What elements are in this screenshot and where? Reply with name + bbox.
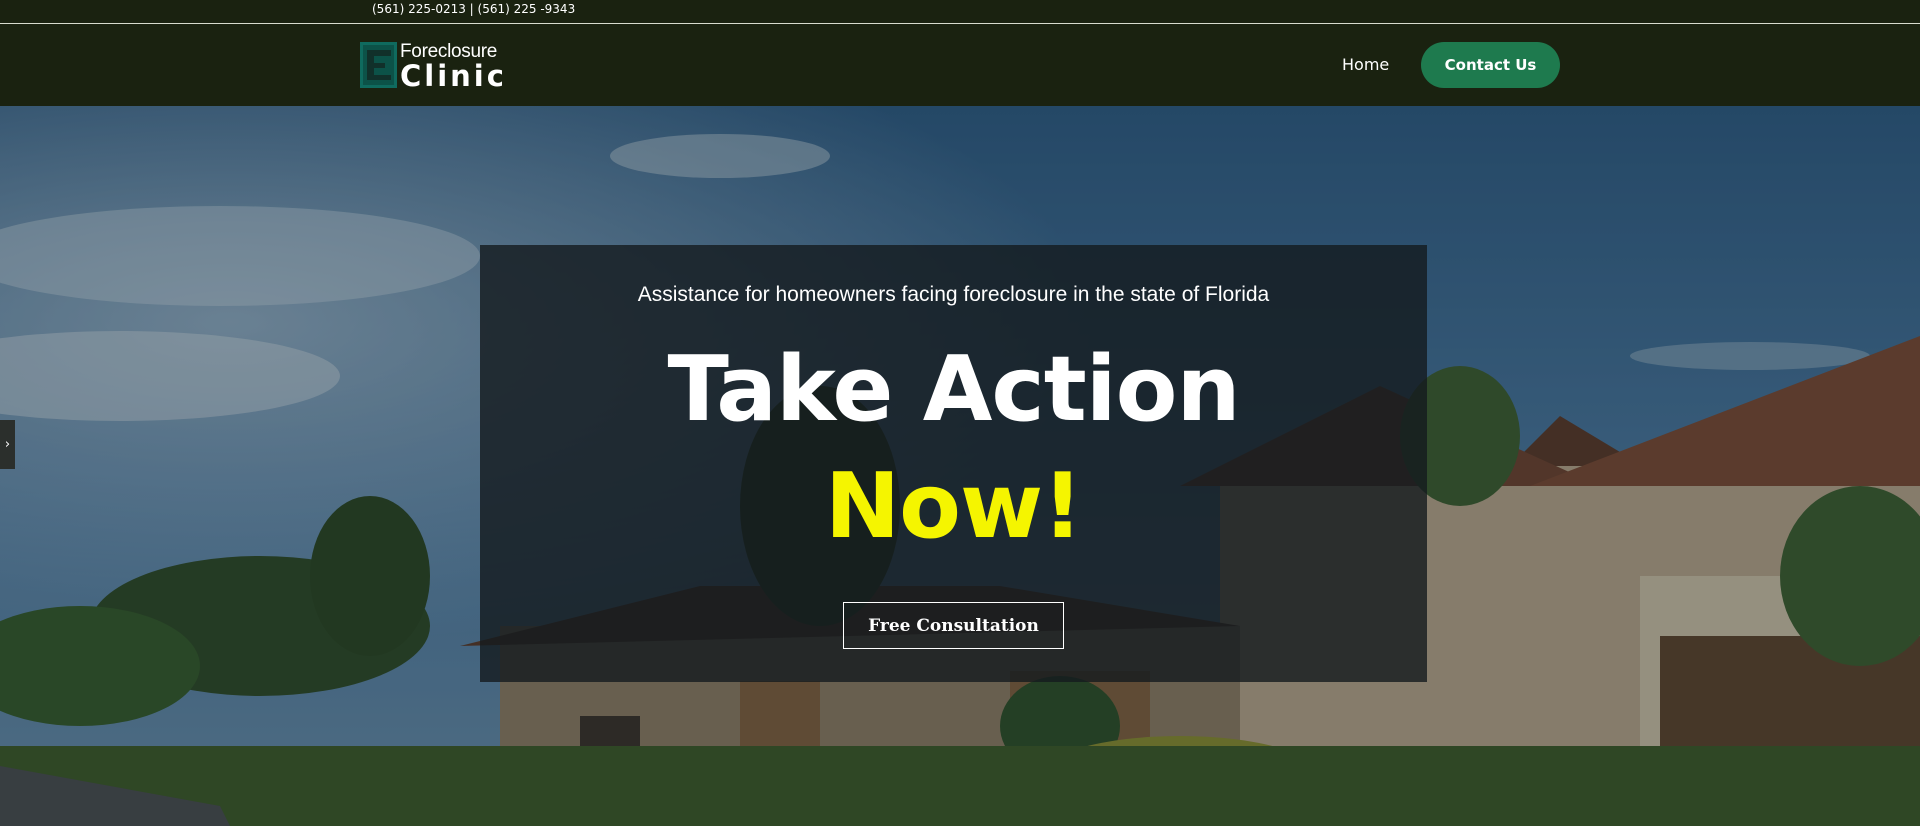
hero-section: › Assistance for homeowners facing forec… bbox=[0, 106, 1920, 826]
chevron-right-icon: › bbox=[4, 437, 11, 452]
logo-text-clinic: Clinic bbox=[400, 59, 507, 93]
hero-title-now: Now! bbox=[824, 454, 1083, 559]
free-consultation-button[interactable]: Free Consultation bbox=[843, 602, 1064, 649]
phone-numbers[interactable]: (561) 225-0213 | (561) 225 -9343 bbox=[372, 1, 575, 17]
site-header: Foreclosure Clinic Home Contact Us bbox=[0, 25, 1920, 106]
nav-home-link[interactable]: Home bbox=[1342, 55, 1389, 74]
hero-subtitle: Assistance for homeowners facing foreclo… bbox=[637, 283, 1270, 306]
logo-mark-icon bbox=[360, 42, 397, 88]
hero-title-take-action: Take Action bbox=[667, 337, 1240, 442]
contact-us-button[interactable]: Contact Us bbox=[1421, 42, 1560, 88]
hero-content-box: Assistance for homeowners facing foreclo… bbox=[480, 245, 1427, 682]
site-logo[interactable]: Foreclosure Clinic bbox=[360, 41, 510, 93]
side-toggle-tab[interactable]: › bbox=[0, 420, 15, 469]
top-bar: (561) 225-0213 | (561) 225 -9343 bbox=[0, 0, 1920, 24]
